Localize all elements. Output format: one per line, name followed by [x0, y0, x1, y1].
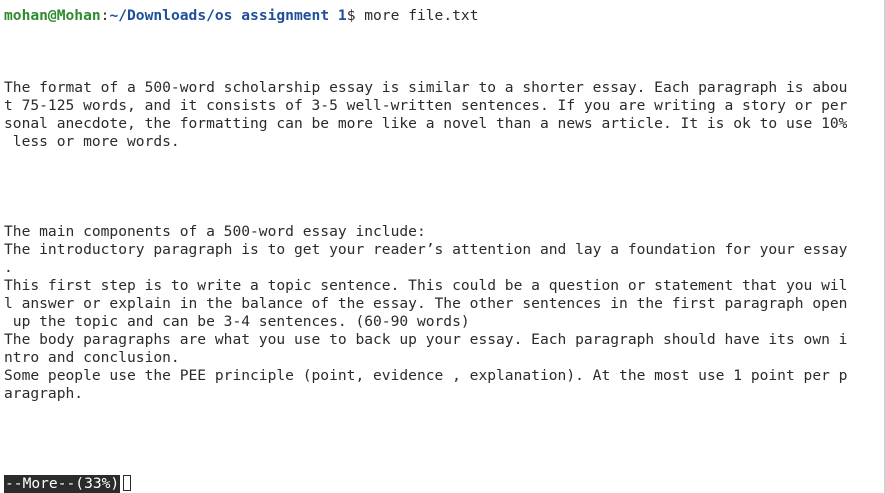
output-line: l answer or explain in the balance of th…	[4, 295, 848, 312]
output-line: aragraph.	[4, 385, 84, 402]
terminal-window[interactable]: mohan@Mohan:~/Downloads/os assignment 1$…	[0, 0, 886, 493]
prompt-user-host: mohan@Mohan	[4, 7, 101, 24]
output-line: The introductory paragraph is to get you…	[4, 241, 848, 258]
shell-prompt-line: mohan@Mohan:~/Downloads/os assignment 1$…	[4, 7, 479, 25]
prompt-command: more file.txt	[355, 7, 479, 24]
prompt-path: ~/Downloads/os assignment 1	[109, 7, 347, 24]
output-line: The format of a 500-word scholarship ess…	[4, 79, 848, 96]
output-line: The body paragraphs are what you use to …	[4, 331, 848, 348]
pager-status: --More--(33%)	[4, 475, 121, 493]
text-cursor	[123, 475, 131, 491]
output-line: This first step is to write a topic sent…	[4, 277, 848, 294]
output-line: up the topic and can be 3-4 sentences. (…	[4, 313, 470, 330]
output-line: Some people use the PEE principle (point…	[4, 367, 848, 384]
output-line: .	[4, 259, 13, 276]
output-line: ntro and conclusion.	[4, 349, 180, 366]
output-line: less or more words.	[4, 133, 180, 150]
output-line: t 75-125 words, and it consists of 3-5 w…	[4, 97, 848, 114]
output-line: The main components of a 500-word essay …	[4, 223, 426, 240]
output-line: sonal anecdote, the formatting can be mo…	[4, 115, 848, 132]
